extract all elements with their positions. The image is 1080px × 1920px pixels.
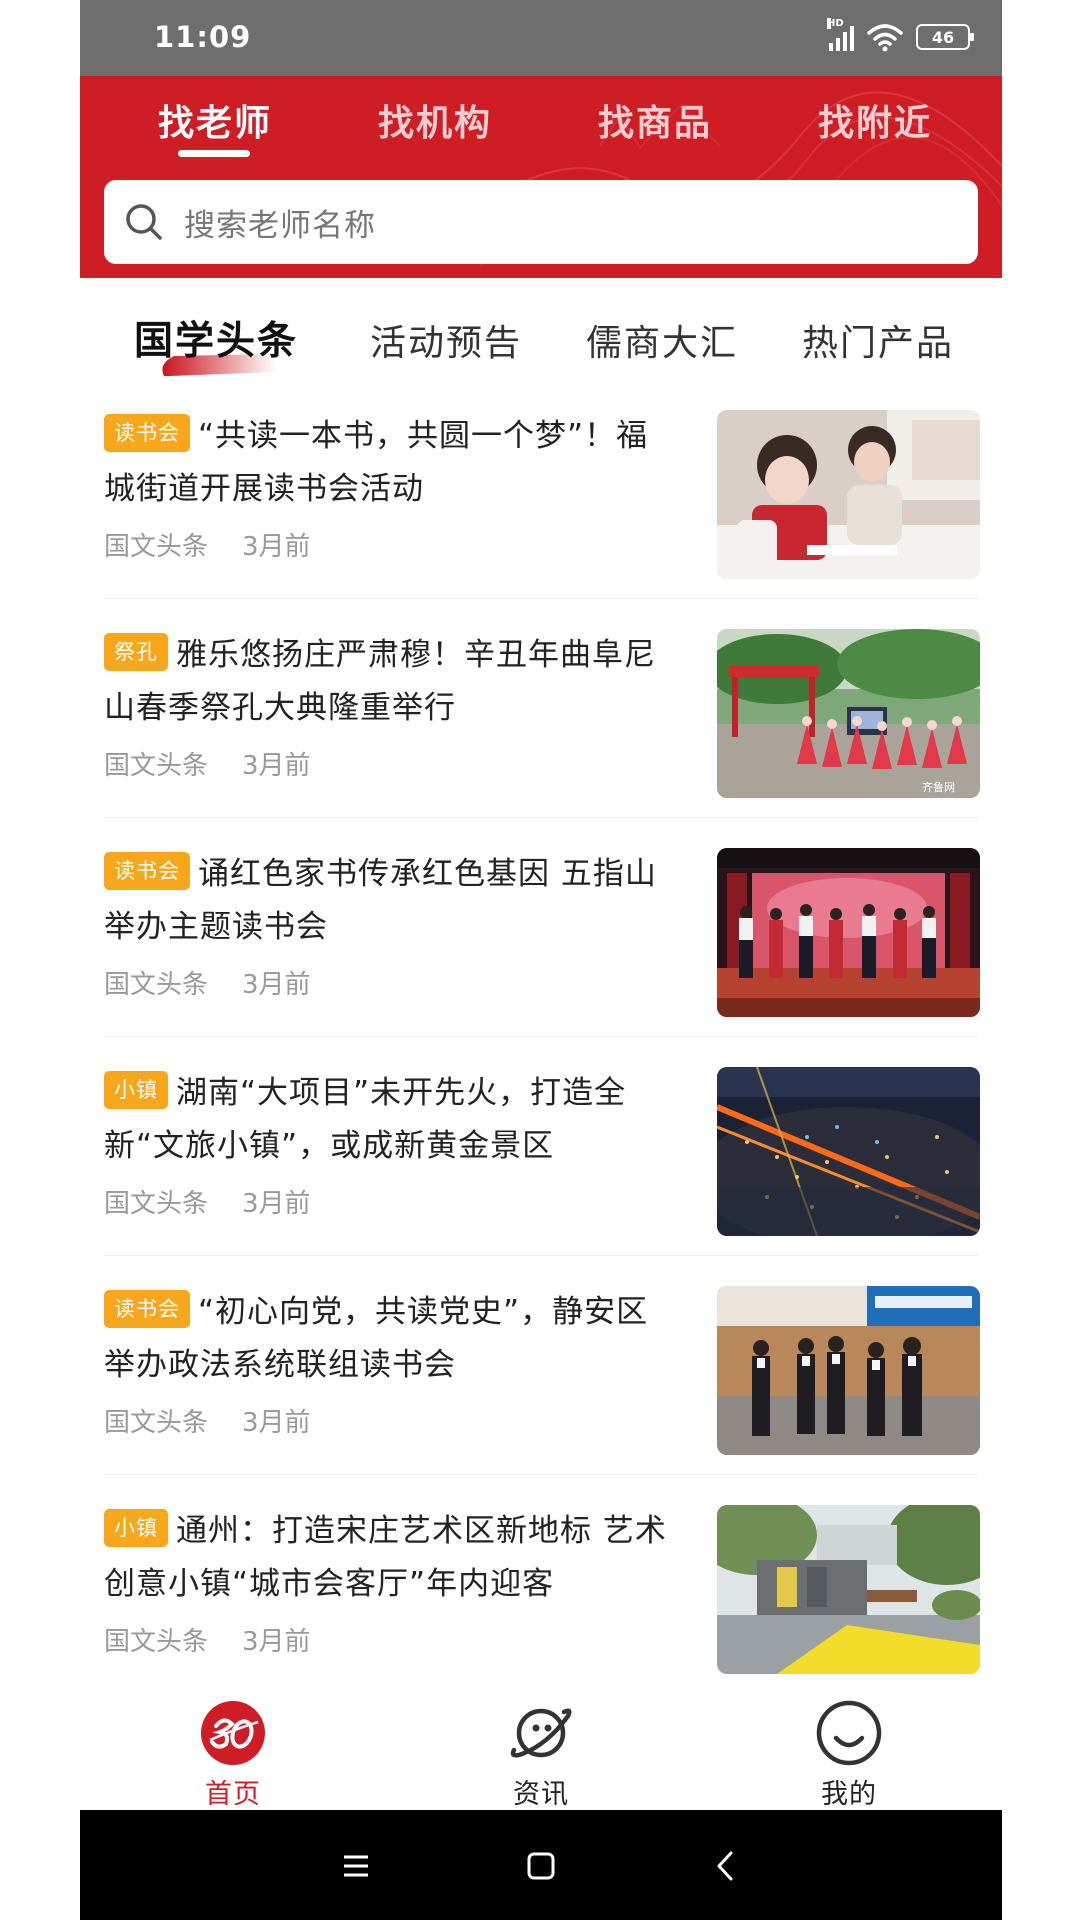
- nav-mine[interactable]: 我的: [784, 1700, 914, 1811]
- news-tag: 读书会: [104, 852, 190, 890]
- news-title-text: 通州：打造宋庄艺术区新地标 艺术创意小镇“城市会客厅”年内迎客: [104, 1513, 667, 1602]
- news-source: 国文头条: [104, 751, 209, 781]
- battery-level: 46: [931, 27, 955, 47]
- category-event-preview[interactable]: 活动预告: [370, 314, 522, 366]
- news-meta: 国文头条 3月前: [104, 1183, 311, 1220]
- tab-find-teacher[interactable]: 找老师: [158, 94, 272, 146]
- status-icons: HD 46: [827, 18, 974, 52]
- home-logo-icon: [201, 1701, 265, 1765]
- menu-icon[interactable]: [336, 1846, 376, 1886]
- nav-home[interactable]: 首页: [168, 1700, 298, 1811]
- news-title[interactable]: 小镇 湖南“大项目”未开先火，打造全新“文旅小镇”，或成新黄金景区: [104, 1067, 676, 1173]
- news-tag: 读书会: [104, 1290, 190, 1328]
- thumbnail-watermark: 齐鲁网: [922, 780, 955, 794]
- hd-label: HD: [827, 18, 844, 29]
- news-time: 3月前: [242, 970, 311, 1000]
- signal-icon: HD: [827, 18, 854, 51]
- news-title[interactable]: 祭孔 雅乐悠扬庄严肃穆！辛丑年曲阜尼山春季祭孔大典隆重举行: [104, 629, 676, 735]
- news-source: 国文头条: [104, 1627, 209, 1657]
- news-item[interactable]: 读书会 “共读一本书，共圆一个梦”！福城街道开展读书会活动 国文头条 3月前: [80, 380, 1002, 599]
- back-icon[interactable]: [706, 1846, 746, 1886]
- news-source: 国文头条: [104, 1189, 209, 1219]
- active-tab-indicator: [178, 150, 250, 157]
- news-title[interactable]: 小镇 通州：打造宋庄艺术区新地标 艺术创意小镇“城市会客厅”年内迎客: [104, 1505, 676, 1611]
- news-tag: 小镇: [104, 1509, 168, 1547]
- category-guoxue-headlines[interactable]: 国学头条: [134, 310, 298, 366]
- news-source: 国文头条: [104, 1408, 209, 1438]
- search-placeholder[interactable]: 搜索老师名称: [184, 200, 376, 245]
- wifi-icon: [867, 24, 903, 52]
- news-item[interactable]: 小镇 湖南“大项目”未开先火，打造全新“文旅小镇”，或成新黄金景区 国文头条 3月前: [80, 1037, 1002, 1256]
- nav-mine-label: 我的: [821, 1779, 877, 1810]
- smiley-profile-icon: [816, 1700, 882, 1766]
- system-nav-bar: [80, 1810, 1002, 1920]
- search-icon: [126, 204, 162, 240]
- news-thumbnail[interactable]: 齐鲁网: [717, 629, 980, 798]
- news-time: 3月前: [242, 1627, 311, 1657]
- news-title-text: 雅乐悠扬庄严肃穆！辛丑年曲阜尼山春季祭孔大典隆重举行: [104, 637, 656, 726]
- news-meta: 国文头条 3月前: [104, 1621, 311, 1658]
- nav-news[interactable]: 资讯: [476, 1700, 606, 1811]
- news-meta: 国文头条 3月前: [104, 964, 311, 1001]
- home-square-icon[interactable]: [521, 1846, 561, 1886]
- bottom-nav: 首页 资讯 我的: [80, 1688, 1002, 1810]
- news-time: 3月前: [242, 1408, 311, 1438]
- category-hot-products[interactable]: 热门产品: [802, 314, 954, 366]
- news-thumbnail[interactable]: [717, 1505, 980, 1674]
- news-thumbnail[interactable]: [717, 1067, 980, 1236]
- news-time: 3月前: [242, 532, 311, 562]
- news-tag: 小镇: [104, 1071, 168, 1109]
- news-thumbnail[interactable]: [717, 1286, 980, 1455]
- news-thumbnail[interactable]: [717, 848, 980, 1017]
- news-meta: 国文头条 3月前: [104, 1402, 311, 1439]
- left-margin: [0, 0, 80, 1920]
- news-title[interactable]: 读书会 “初心向党，共读党史”，静安区举办政法系统联组读书会: [104, 1286, 676, 1392]
- news-title[interactable]: 读书会 “共读一本书，共圆一个梦”！福城街道开展读书会活动: [104, 410, 676, 516]
- nav-news-label: 资讯: [513, 1779, 569, 1810]
- status-bar: 11:09 HD 46: [80, 0, 1002, 76]
- news-time: 3月前: [242, 1189, 311, 1219]
- news-tag: 祭孔: [104, 633, 168, 671]
- news-source: 国文头条: [104, 970, 209, 1000]
- news-title-text: 湖南“大项目”未开先火，打造全新“文旅小镇”，或成新黄金景区: [104, 1075, 627, 1164]
- top-tabs: 找老师 找机构 找商品 找附近: [80, 94, 1002, 154]
- news-item[interactable]: 祭孔 雅乐悠扬庄严肃穆！辛丑年曲阜尼山春季祭孔大典隆重举行 国文头条 3月前 齐…: [80, 599, 1002, 818]
- news-tag: 读书会: [104, 414, 190, 452]
- status-time: 11:09: [154, 20, 252, 54]
- news-item[interactable]: 读书会 “初心向党，共读党史”，静安区举办政法系统联组读书会 国文头条 3月前: [80, 1256, 1002, 1475]
- news-meta: 国文头条 3月前: [104, 526, 311, 563]
- tab-find-institution[interactable]: 找机构: [378, 94, 492, 146]
- phone-screen: 11:09 HD 46 找老师 找机构 找商品 找附近 搜索老师名称 国学头条 …: [80, 0, 1002, 1920]
- tab-find-nearby[interactable]: 找附近: [818, 94, 932, 146]
- news-title[interactable]: 读书会 诵红色家书传承红色基因 五指山举办主题读书会: [104, 848, 676, 954]
- category-tabs: 国学头条 活动预告 儒商大汇 热门产品: [80, 278, 1002, 378]
- news-thumbnail[interactable]: [717, 410, 980, 579]
- news-item[interactable]: 小镇 通州：打造宋庄艺术区新地标 艺术创意小镇“城市会客厅”年内迎客 国文头条 3月…: [80, 1475, 1002, 1694]
- tab-find-goods[interactable]: 找商品: [598, 94, 712, 146]
- right-margin: [1002, 0, 1080, 1920]
- news-source: 国文头条: [104, 532, 209, 562]
- news-time: 3月前: [242, 751, 311, 781]
- news-meta: 国文头条 3月前: [104, 745, 311, 782]
- nav-home-label: 首页: [205, 1779, 261, 1810]
- search-bar[interactable]: 搜索老师名称: [104, 180, 978, 264]
- planet-icon: [510, 1708, 572, 1758]
- battery-icon: 46: [916, 24, 974, 50]
- news-item[interactable]: 读书会 诵红色家书传承红色基因 五指山举办主题读书会 国文头条 3月前: [80, 818, 1002, 1037]
- header: 找老师 找机构 找商品 找附近 搜索老师名称: [80, 76, 1002, 278]
- category-confucian-merchants[interactable]: 儒商大汇: [586, 314, 738, 366]
